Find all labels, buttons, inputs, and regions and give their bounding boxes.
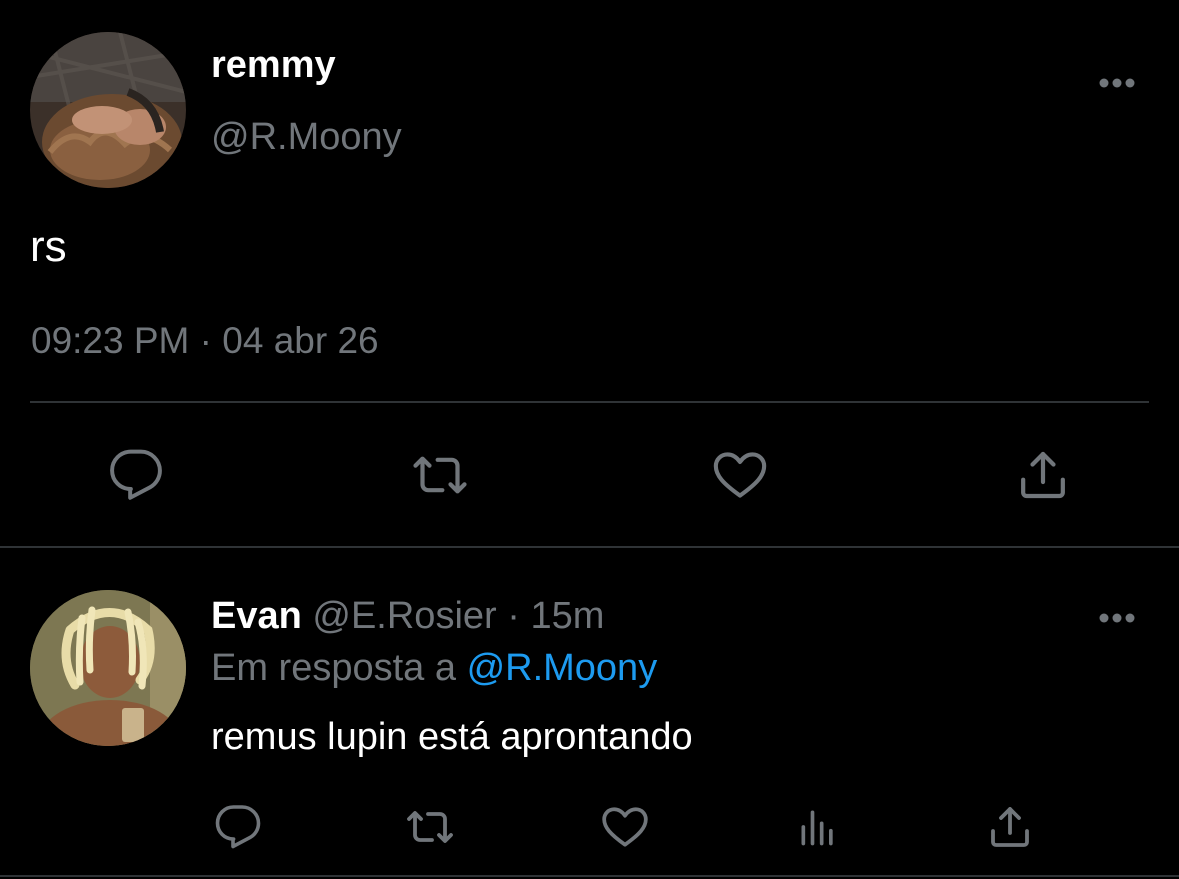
avatar-photo	[30, 590, 186, 746]
in-reply-to-mention[interactable]: @R.Moony	[467, 647, 658, 689]
avatar-evan[interactable]	[30, 590, 186, 746]
retweet-icon	[407, 811, 453, 843]
like-button[interactable]	[708, 443, 772, 507]
divider	[0, 875, 1179, 877]
retweet-button[interactable]	[408, 443, 472, 507]
reply-text: remus lupin está aprontando	[211, 716, 693, 758]
like-button[interactable]	[597, 799, 653, 855]
tweet-date: 04 abr 26	[222, 320, 379, 361]
divider	[30, 401, 1149, 403]
like-icon	[602, 807, 648, 847]
more-options-icon[interactable]	[1098, 76, 1136, 90]
share-icon	[991, 807, 1029, 847]
section-divider	[0, 546, 1179, 548]
reply-time[interactable]: 15m	[530, 595, 604, 637]
in-reply-to: Em resposta a @R.Moony	[211, 647, 657, 690]
more-options-icon[interactable]	[1098, 611, 1136, 625]
reply-header: Evan @E.Rosier · 15m	[211, 595, 604, 638]
meta-separator: ·	[199, 320, 212, 361]
like-icon	[713, 452, 767, 498]
reply-display-name[interactable]: Evan	[211, 595, 302, 637]
reply-handle[interactable]: @E.Rosier	[312, 595, 496, 637]
retweet-icon	[413, 456, 467, 494]
reply-icon	[215, 805, 261, 849]
share-button[interactable]	[982, 799, 1038, 855]
in-reply-to-label: Em resposta a	[211, 647, 456, 689]
display-name[interactable]: remmy	[211, 44, 336, 87]
tweet-time: 09:23 PM	[31, 320, 190, 361]
share-icon	[1021, 451, 1065, 499]
tweet-text: rs	[30, 222, 67, 271]
share-button[interactable]	[1011, 443, 1075, 507]
reply-button[interactable]	[210, 799, 266, 855]
retweet-button[interactable]	[402, 799, 458, 855]
user-handle[interactable]: @R.Moony	[211, 116, 402, 159]
reply-button[interactable]	[104, 443, 168, 507]
reply-separator: ·	[507, 595, 520, 637]
reply-icon	[110, 449, 162, 500]
avatar-photo	[30, 32, 186, 188]
tweet-timestamp[interactable]: 09:23 PM · 04 abr 26	[31, 320, 379, 362]
avatar-remmy[interactable]	[30, 32, 186, 188]
analytics-icon	[801, 810, 833, 846]
analytics-button[interactable]	[790, 799, 846, 855]
